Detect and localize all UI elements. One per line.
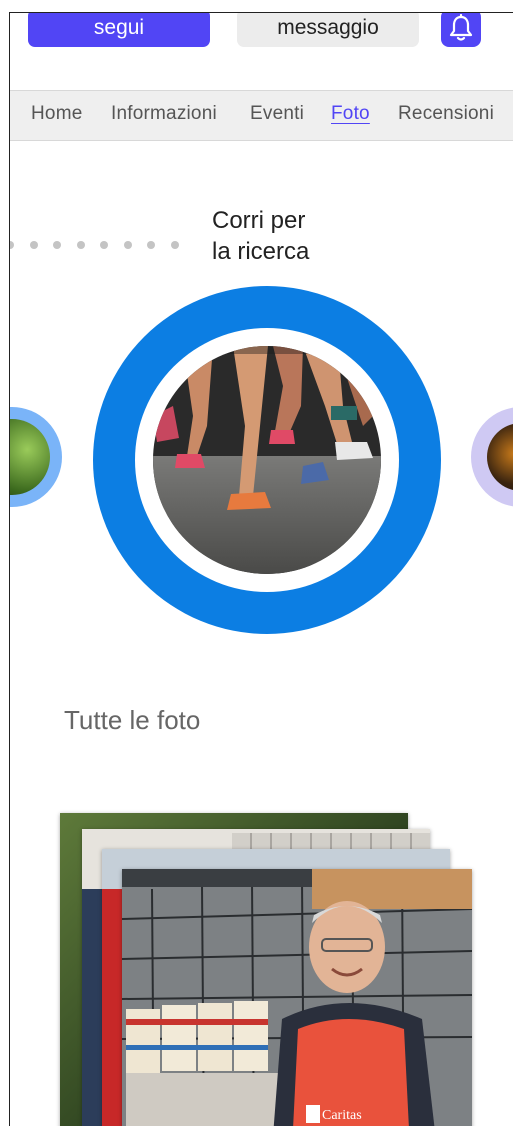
tab-bar: Home Informazioni Eventi Foto Recensioni bbox=[10, 90, 513, 141]
tab-recensioni[interactable]: Recensioni bbox=[398, 103, 494, 125]
tab-foto[interactable]: Foto bbox=[331, 103, 370, 125]
pagination-dot[interactable] bbox=[76, 241, 85, 249]
album-title-line-1: Corri per bbox=[212, 207, 306, 234]
pagination-dot[interactable] bbox=[29, 241, 38, 249]
pagination-dot[interactable] bbox=[100, 241, 108, 249]
pagination-dot[interactable] bbox=[170, 241, 179, 249]
apron-text: Caritas bbox=[322, 1108, 362, 1123]
album-title: Corri per la ricerca bbox=[212, 205, 309, 267]
album-next[interactable] bbox=[471, 407, 513, 507]
tab-eventi[interactable]: Eventi bbox=[250, 103, 304, 125]
tab-home[interactable]: Home bbox=[31, 103, 82, 125]
all-photos-heading: Tutte le foto bbox=[64, 705, 201, 735]
album-thumbnail-night bbox=[487, 423, 513, 491]
pagination-dot[interactable] bbox=[53, 241, 61, 249]
pagination-dot[interactable] bbox=[123, 241, 132, 249]
album-current[interactable] bbox=[93, 286, 441, 634]
album-thumbnail-forest bbox=[10, 419, 50, 495]
album-title-line-2: la ricerca bbox=[212, 238, 310, 265]
photo-card-volunteer[interactable]: Caritas bbox=[122, 869, 472, 1126]
app-page: segui messaggio Home Informazioni Eventi… bbox=[9, 12, 513, 1126]
pagination-dot[interactable] bbox=[10, 241, 14, 249]
pagination-dot[interactable] bbox=[147, 241, 155, 249]
album-previous[interactable] bbox=[10, 407, 62, 507]
follow-button[interactable]: segui bbox=[28, 13, 210, 47]
notifications-button[interactable] bbox=[441, 13, 481, 47]
photo-stack[interactable]: Caritas bbox=[60, 809, 480, 1126]
message-button[interactable]: messaggio bbox=[237, 13, 419, 47]
bell-icon bbox=[449, 14, 473, 41]
album-cover-runners bbox=[153, 346, 381, 574]
carousel-pagination bbox=[10, 241, 179, 249]
tab-informazioni[interactable]: Informazioni bbox=[111, 103, 217, 125]
